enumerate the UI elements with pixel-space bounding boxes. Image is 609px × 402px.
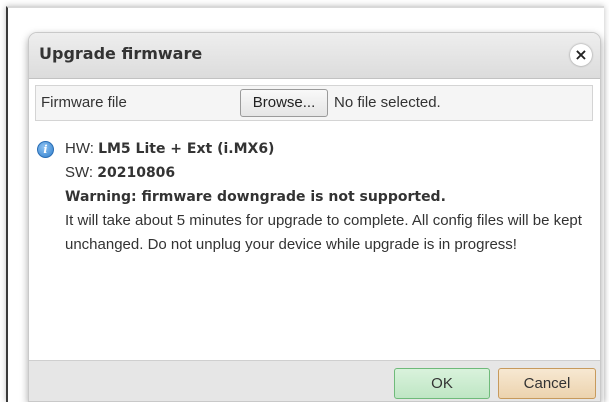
sw-prefix: SW: — [65, 164, 98, 181]
info-message: It will take about 5 minutes for upgrade… — [65, 212, 582, 253]
firmware-file-row: Firmware file Browse... No file selected… — [35, 85, 593, 121]
hw-value: LM5 Lite + Ext (i.MX6) — [98, 141, 275, 157]
sw-line: SW: 20210806 — [65, 161, 589, 185]
dialog-footer: OK Cancel — [29, 360, 600, 401]
warning-line: Warning: firmware downgrade is not suppo… — [65, 185, 589, 209]
info-panel: i HW: LM5 Lite + Ext (i.MX6) SW: 2021080… — [37, 137, 589, 257]
dialog-titlebar: Upgrade firmware × — [29, 33, 600, 79]
firmware-file-label: Firmware file — [41, 94, 127, 111]
close-icon[interactable]: × — [570, 44, 592, 66]
browse-button[interactable]: Browse... — [240, 89, 328, 117]
dialog-title: Upgrade firmware — [39, 44, 203, 63]
hw-prefix: HW: — [65, 140, 99, 157]
sw-value: 20210806 — [97, 165, 176, 181]
ok-button[interactable]: OK — [394, 368, 490, 399]
cancel-button[interactable]: Cancel — [498, 368, 596, 399]
info-text: HW: LM5 Lite + Ext (i.MX6) SW: 20210806 … — [65, 137, 589, 257]
file-status-text: No file selected. — [334, 94, 441, 111]
warning-text: Warning: firmware downgrade is not suppo… — [65, 189, 446, 205]
hw-line: HW: LM5 Lite + Ext (i.MX6) — [65, 137, 589, 161]
upgrade-firmware-dialog: Upgrade firmware × Firmware file Browse.… — [28, 32, 601, 402]
info-icon: i — [37, 141, 54, 158]
